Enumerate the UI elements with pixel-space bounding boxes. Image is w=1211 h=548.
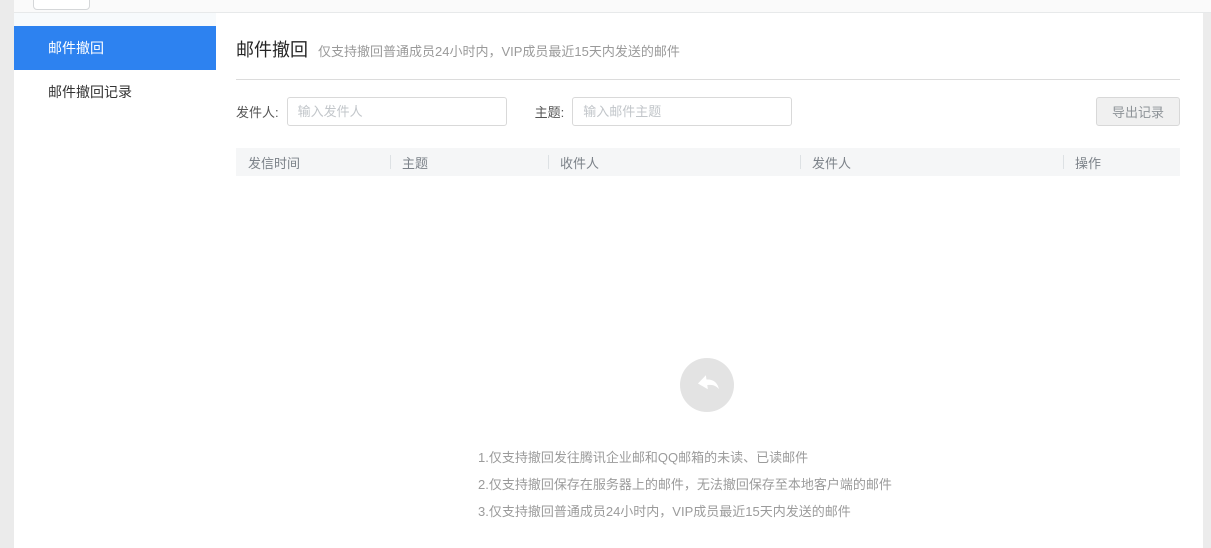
sidebar-item-mail-recall[interactable]: 邮件撤回 bbox=[14, 26, 216, 70]
column-header-send-time: 发信时间 bbox=[236, 148, 390, 176]
scrollbar-track[interactable] bbox=[1203, 13, 1211, 548]
subject-label: 主题: bbox=[535, 102, 565, 121]
filter-row: 发件人: 主题: 导出记录 bbox=[236, 97, 1180, 126]
empty-state bbox=[680, 358, 734, 412]
sidebar-item-mail-recall-records[interactable]: 邮件撤回记录 bbox=[14, 70, 216, 114]
recall-tips: 1.仅支持撤回发往腾讯企业邮和QQ邮箱的未读、已读邮件 2.仅支持撤回保存在服务… bbox=[478, 444, 892, 525]
export-records-button[interactable]: 导出记录 bbox=[1096, 97, 1180, 126]
column-header-subject: 主题 bbox=[390, 148, 548, 176]
undo-arrow-icon bbox=[692, 370, 722, 400]
tip-line-1: 1.仅支持撤回发往腾讯企业邮和QQ邮箱的未读、已读邮件 bbox=[478, 444, 892, 471]
column-header-recipient: 收件人 bbox=[548, 148, 800, 176]
table-header: 发信时间 主题 收件人 发件人 操作 bbox=[236, 148, 1180, 176]
column-header-action: 操作 bbox=[1063, 148, 1180, 176]
left-rail bbox=[0, 0, 14, 548]
sidebar: 邮件撤回 邮件撤回记录 bbox=[14, 13, 216, 548]
subject-input[interactable] bbox=[572, 97, 792, 126]
page-subtitle: 仅支持撤回普通成员24小时内，VIP成员最近15天内发送的邮件 bbox=[318, 41, 680, 60]
tip-line-2: 2.仅支持撤回保存在服务器上的邮件，无法撤回保存至本地客户端的邮件 bbox=[478, 471, 892, 498]
column-header-sender: 发件人 bbox=[800, 148, 1063, 176]
topbar bbox=[14, 0, 1211, 13]
title-divider bbox=[236, 79, 1180, 80]
tip-line-3: 3.仅支持撤回普通成员24小时内，VIP成员最近15天内发送的邮件 bbox=[478, 498, 892, 525]
sender-input[interactable] bbox=[287, 97, 507, 126]
sidebar-top-strip bbox=[14, 13, 216, 26]
page-title: 邮件撤回 bbox=[236, 36, 308, 62]
topbar-button-remnant[interactable] bbox=[33, 0, 90, 10]
sender-label: 发件人: bbox=[236, 102, 279, 121]
page-header: 邮件撤回 仅支持撤回普通成员24小时内，VIP成员最近15天内发送的邮件 bbox=[236, 36, 680, 62]
main-content: 邮件撤回 仅支持撤回普通成员24小时内，VIP成员最近15天内发送的邮件 发件人… bbox=[216, 13, 1203, 548]
